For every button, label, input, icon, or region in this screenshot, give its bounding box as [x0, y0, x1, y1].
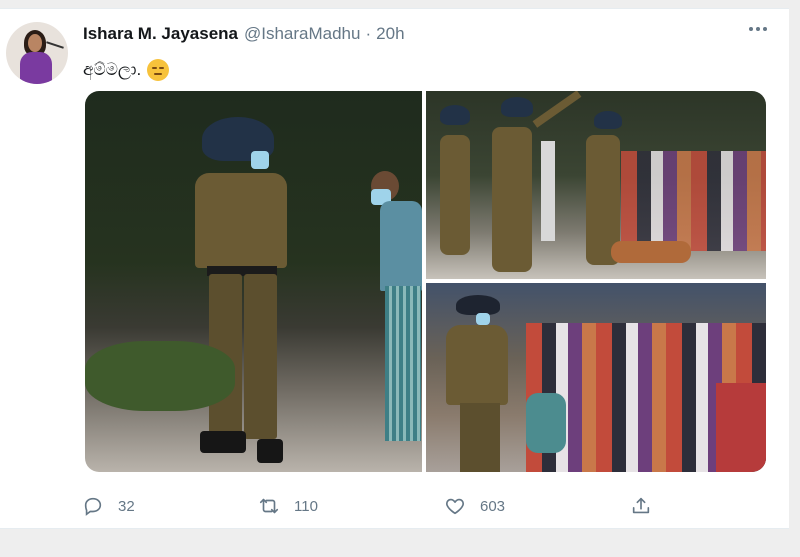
- timestamp[interactable]: 20h: [376, 24, 404, 44]
- reply-count: 32: [118, 497, 135, 515]
- like-count: 603: [480, 497, 506, 515]
- tweet-header: Ishara M. Jayasena @IsharaMadhu · 20h: [83, 24, 405, 50]
- reply-button[interactable]: 32: [82, 487, 135, 525]
- retweet-icon: [259, 498, 279, 514]
- retweet-button[interactable]: 110: [258, 487, 318, 525]
- media-grid: [85, 91, 766, 472]
- photo-3[interactable]: [426, 283, 766, 472]
- avatar[interactable]: [6, 22, 68, 84]
- action-bar: 32 110 603: [82, 487, 682, 525]
- tweet-body: අම්මලා.: [83, 60, 142, 79]
- pensive-face-icon: [147, 59, 170, 81]
- display-name[interactable]: Ishara M. Jayasena: [83, 24, 238, 44]
- photo-2[interactable]: [426, 91, 766, 279]
- share-button[interactable]: [630, 487, 652, 525]
- share-icon: [632, 497, 650, 514]
- retweet-count: 110: [294, 497, 318, 515]
- user-handle[interactable]: @IsharaMadhu: [244, 24, 361, 44]
- more-icon[interactable]: [749, 27, 767, 31]
- tweet-card[interactable]: Ishara M. Jayasena @IsharaMadhu · 20h අම…: [0, 8, 789, 529]
- like-button[interactable]: 603: [444, 487, 505, 525]
- reply-icon: [84, 497, 102, 516]
- photo-1[interactable]: [85, 91, 422, 472]
- like-icon: [446, 498, 464, 515]
- tweet-text: අම්මලා.: [83, 57, 170, 83]
- separator-dot: ·: [365, 24, 372, 43]
